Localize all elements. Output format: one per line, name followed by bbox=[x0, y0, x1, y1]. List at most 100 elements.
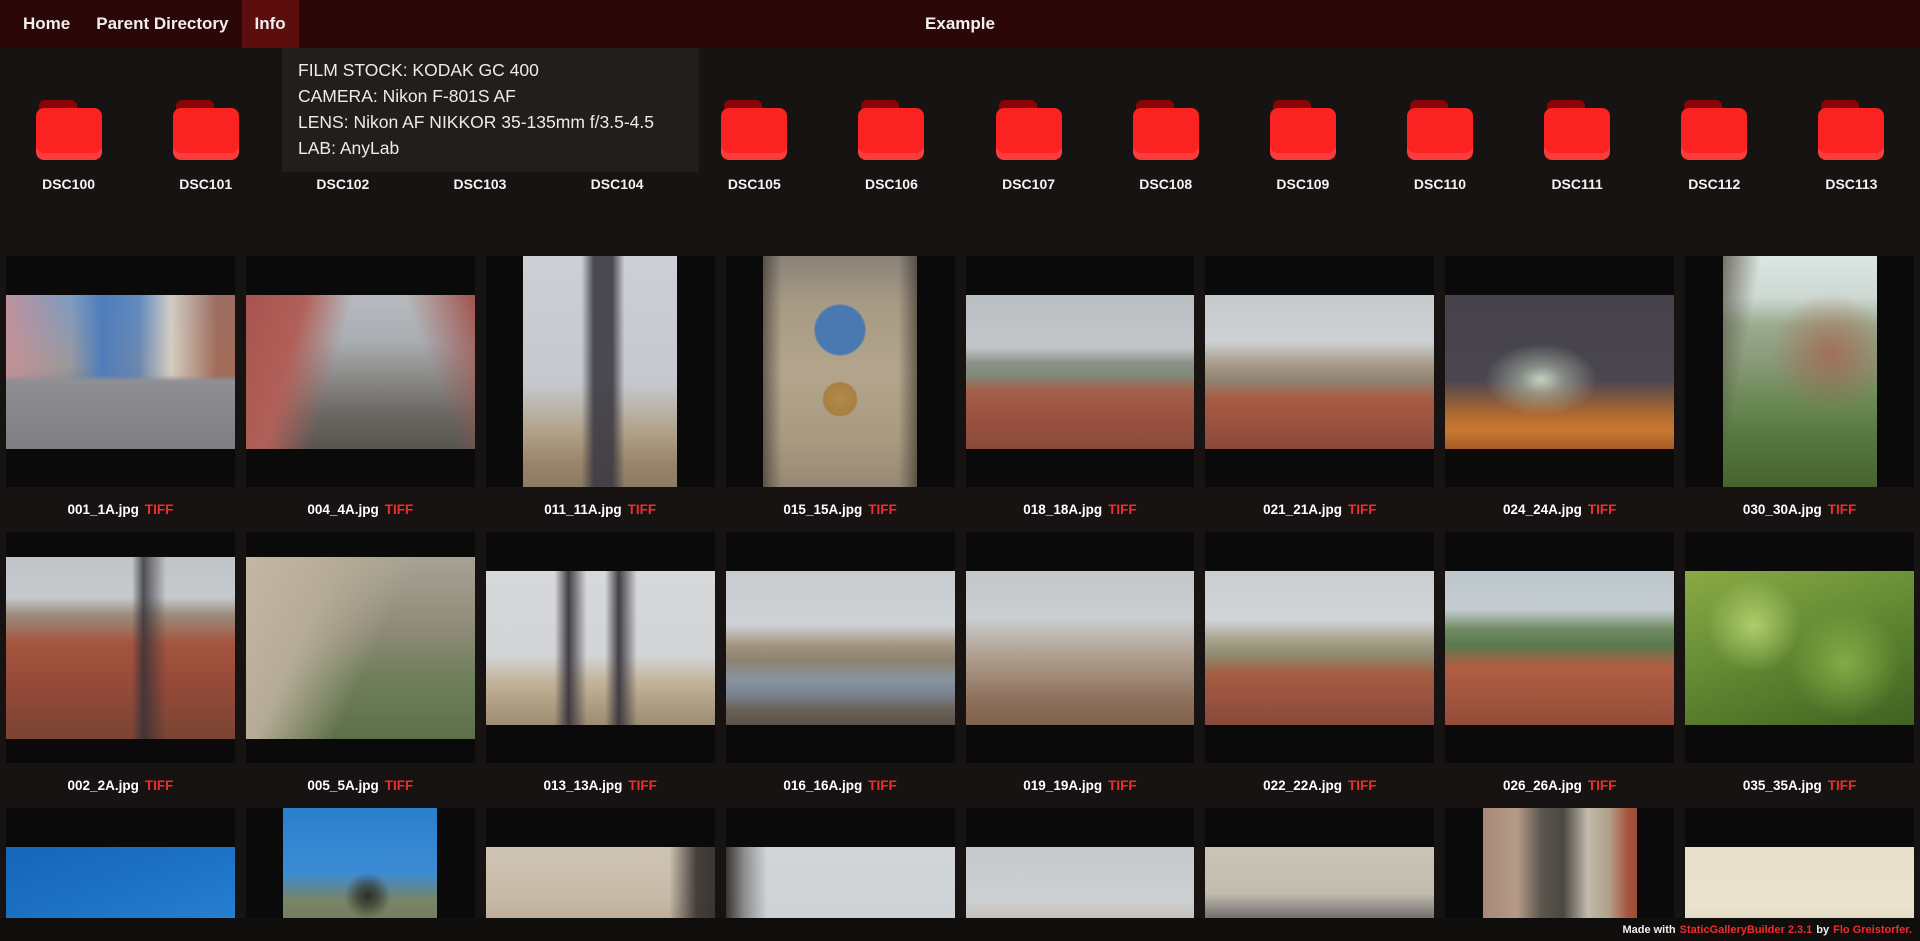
photo-filename: 035_35A.jpg bbox=[1742, 778, 1822, 793]
photo-format-link[interactable]: TIFF bbox=[868, 778, 897, 793]
folder-icon bbox=[1269, 100, 1336, 160]
photo-image-city-view-through-bare-trees bbox=[1722, 256, 1877, 487]
folder-item[interactable]: DSC101 bbox=[137, 100, 274, 193]
photo-thumbnail[interactable] bbox=[485, 532, 715, 763]
folder-item[interactable]: DSC111 bbox=[1509, 100, 1646, 193]
folder-label: DSC109 bbox=[1276, 176, 1330, 192]
page-title: Example bbox=[925, 14, 995, 33]
folder-item[interactable]: DSC100 bbox=[0, 100, 137, 193]
photo-caption[interactable]: 030_30A.jpg TIFF bbox=[1685, 487, 1914, 532]
folder-item[interactable]: DSC110 bbox=[1371, 100, 1508, 193]
folder-item[interactable]: DSC108 bbox=[1097, 100, 1234, 193]
folder-item[interactable]: DSC105 bbox=[686, 100, 823, 193]
photo-filename: 022_22A.jpg bbox=[1263, 778, 1342, 793]
photo-thumbnail[interactable] bbox=[1445, 532, 1675, 763]
photo-caption[interactable]: 022_22A.jpg TIFF bbox=[1205, 763, 1434, 808]
photo-thumbnail[interactable] bbox=[1685, 256, 1914, 487]
photo-thumbnail[interactable] bbox=[485, 256, 715, 487]
photo-caption[interactable]: 035_35A.jpg TIFF bbox=[1685, 763, 1914, 808]
photo-filename: 019_19A.jpg bbox=[1023, 778, 1103, 793]
photo-image-gothic-town-hall-tower bbox=[523, 256, 678, 487]
photo-thumbnail[interactable] bbox=[1445, 256, 1675, 487]
photo-caption[interactable]: 024_24A.jpg TIFF bbox=[1445, 487, 1674, 532]
info-line-lens: LENS: Nikon AF NIKKOR 35-135mm f/3.5-4.5 bbox=[298, 112, 654, 132]
folder-label: DSC101 bbox=[179, 176, 233, 192]
photo-format-link[interactable]: TIFF bbox=[1108, 502, 1137, 517]
photo-format-link[interactable]: TIFF bbox=[1348, 502, 1377, 517]
nav-item-home[interactable]: Home bbox=[10, 0, 83, 48]
folder-body bbox=[858, 108, 925, 160]
photo-thumbnail[interactable] bbox=[965, 532, 1195, 763]
photo-caption[interactable]: 021_21A.jpg TIFF bbox=[1205, 487, 1434, 532]
builder-link[interactable]: StaticGalleryBuilder 2.3.1 bbox=[1680, 924, 1813, 936]
photo-thumbnail[interactable] bbox=[965, 256, 1195, 487]
photo-thumbnail[interactable] bbox=[245, 256, 475, 487]
photo-caption[interactable]: 005_5A.jpg TIFF bbox=[246, 763, 475, 808]
photo-caption[interactable]: 001_1A.jpg TIFF bbox=[6, 487, 235, 532]
nav-item-info[interactable]: Info bbox=[241, 0, 299, 48]
photo-caption[interactable]: 018_18A.jpg TIFF bbox=[966, 487, 1195, 532]
photo-caption[interactable]: 019_19A.jpg TIFF bbox=[966, 763, 1195, 808]
photo-image-twin-gothic-church-towers bbox=[485, 570, 715, 725]
photo-format-link[interactable]: TIFF bbox=[1588, 502, 1617, 517]
photo-format-link[interactable]: TIFF bbox=[1828, 502, 1857, 517]
folder-body bbox=[1681, 108, 1748, 160]
photo-thumbnail[interactable] bbox=[1205, 256, 1435, 487]
folder-item[interactable]: DSC113 bbox=[1783, 100, 1920, 193]
photo-format-link[interactable]: TIFF bbox=[628, 502, 657, 517]
author-link[interactable]: Flo Greistorfer. bbox=[1833, 924, 1912, 936]
photo-image-buildings-on-wooded-hillside bbox=[245, 556, 475, 739]
photo-thumbnail[interactable] bbox=[725, 532, 955, 763]
folder-item[interactable]: DSC109 bbox=[1234, 100, 1371, 193]
photo-cell: 015_15A.jpg TIFF bbox=[725, 256, 955, 532]
folder-label: DSC104 bbox=[590, 176, 644, 192]
nav-item-parent-directory[interactable]: Parent Directory bbox=[83, 0, 241, 48]
folder-label: DSC100 bbox=[42, 176, 96, 192]
photo-format-link[interactable]: TIFF bbox=[1348, 778, 1377, 793]
photo-cell: 024_24A.jpg TIFF bbox=[1445, 256, 1675, 532]
folder-label: DSC103 bbox=[453, 176, 507, 192]
photo-format-link[interactable]: TIFF bbox=[1108, 778, 1137, 793]
folder-label: DSC113 bbox=[1825, 176, 1878, 192]
nav-links: Home Parent Directory Info bbox=[0, 0, 299, 48]
photo-thumbnail[interactable] bbox=[1685, 532, 1914, 763]
photo-caption[interactable]: 002_2A.jpg TIFF bbox=[6, 763, 235, 808]
photo-filename: 005_5A.jpg bbox=[307, 778, 379, 793]
folder-item[interactable]: DSC112 bbox=[1646, 100, 1783, 193]
photo-caption[interactable]: 011_11A.jpg TIFF bbox=[486, 487, 715, 532]
folder-item[interactable]: DSC106 bbox=[823, 100, 960, 193]
photo-caption[interactable]: 026_26A.jpg TIFF bbox=[1445, 763, 1674, 808]
photo-format-link[interactable]: TIFF bbox=[145, 502, 174, 517]
folder-body bbox=[721, 108, 788, 160]
photo-thumbnail[interactable] bbox=[6, 256, 235, 487]
photo-caption[interactable]: 016_16A.jpg TIFF bbox=[726, 763, 955, 808]
photo-caption[interactable]: 013_13A.jpg TIFF bbox=[486, 763, 715, 808]
photo-format-link[interactable]: TIFF bbox=[1828, 778, 1857, 793]
photo-thumbnail[interactable] bbox=[6, 532, 235, 763]
photo-cell: 035_35A.jpg TIFF bbox=[1685, 532, 1914, 808]
photo-cell: 022_22A.jpg TIFF bbox=[1205, 532, 1435, 808]
photo-format-link[interactable]: TIFF bbox=[868, 502, 897, 517]
photo-cell: 016_16A.jpg TIFF bbox=[725, 532, 955, 808]
photo-image-rooftops-with-church-spires bbox=[6, 556, 235, 739]
footer: Made with StaticGalleryBuilder 2.3.1 by … bbox=[0, 918, 1920, 941]
photo-caption[interactable]: 004_4A.jpg TIFF bbox=[246, 487, 475, 532]
photo-format-link[interactable]: TIFF bbox=[385, 502, 414, 517]
photo-image-castle-skyline-over-red-roofs bbox=[1205, 294, 1435, 449]
photo-thumbnail[interactable] bbox=[245, 532, 475, 763]
photo-filename: 024_24A.jpg bbox=[1503, 502, 1582, 517]
photo-format-link[interactable]: TIFF bbox=[628, 778, 657, 793]
folder-icon bbox=[35, 100, 102, 160]
photo-thumbnail[interactable] bbox=[1205, 532, 1435, 763]
photo-filename: 015_15A.jpg bbox=[783, 502, 863, 517]
folder-item[interactable]: DSC107 bbox=[960, 100, 1097, 193]
photo-format-link[interactable]: TIFF bbox=[385, 778, 414, 793]
photo-caption[interactable]: 015_15A.jpg TIFF bbox=[726, 487, 955, 532]
footer-by: by bbox=[1816, 923, 1830, 936]
info-line-camera: CAMERA: Nikon F-801S AF bbox=[298, 86, 516, 106]
photo-thumbnail[interactable] bbox=[725, 256, 955, 487]
photo-format-link[interactable]: TIFF bbox=[1588, 778, 1617, 793]
photo-format-link[interactable]: TIFF bbox=[145, 778, 174, 793]
info-line-film-stock: FILM STOCK: KODAK GC 400 bbox=[298, 60, 539, 80]
photo-filename: 018_18A.jpg bbox=[1023, 502, 1103, 517]
